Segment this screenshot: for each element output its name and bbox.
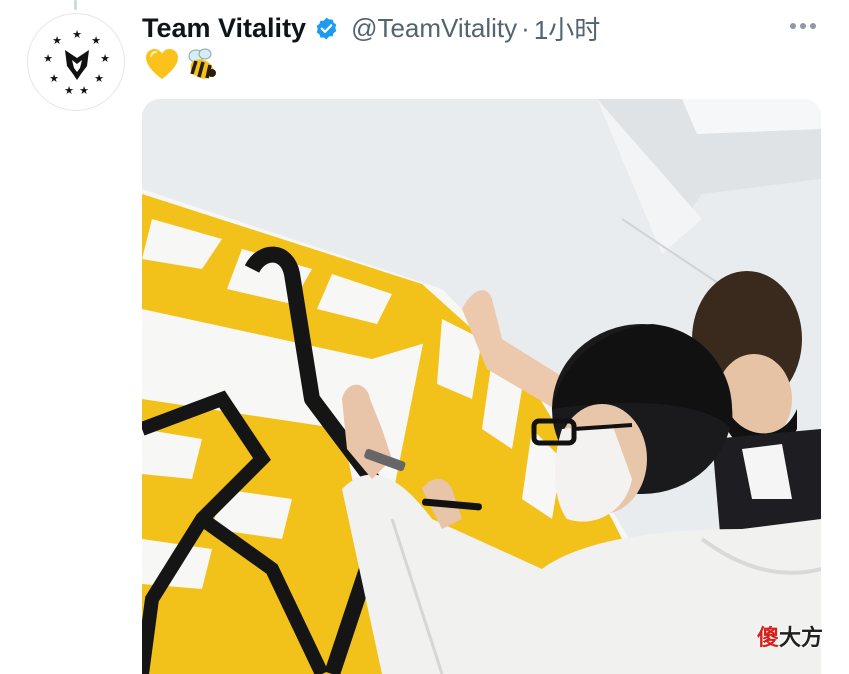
- tweet-text: [144, 46, 220, 84]
- svg-text:★: ★: [49, 73, 59, 85]
- more-options-icon[interactable]: [781, 13, 825, 39]
- timestamp[interactable]: 1小时: [534, 10, 600, 47]
- avatar[interactable]: ★ ★ ★ ★ ★ ★ ★ ★ ★: [27, 13, 125, 111]
- tweet-header: Team Vitality @TeamVitality · 1小时: [142, 10, 600, 46]
- svg-text:★: ★: [91, 35, 101, 47]
- honeybee-icon: [184, 47, 220, 83]
- separator-dot: ·: [521, 12, 530, 43]
- svg-text:★: ★: [52, 35, 62, 47]
- svg-text:★: ★: [100, 53, 110, 65]
- watermark: 傻大方: [757, 620, 823, 652]
- svg-text:★: ★: [43, 53, 53, 65]
- team-vitality-logo: ★ ★ ★ ★ ★ ★ ★ ★ ★: [43, 29, 110, 97]
- svg-text:★: ★: [64, 85, 74, 97]
- photo-signing-banner: [142, 99, 821, 674]
- watermark-text: 大方: [779, 625, 824, 650]
- tweet-media-photo[interactable]: [142, 99, 821, 674]
- svg-text:★: ★: [94, 73, 104, 85]
- display-name[interactable]: Team Vitality: [142, 13, 306, 44]
- user-handle[interactable]: @TeamVitality: [351, 13, 517, 44]
- yellow-heart-icon: [144, 47, 180, 83]
- watermark-char-red: 傻: [757, 625, 780, 650]
- thread-connector-line: [74, 0, 77, 10]
- svg-text:★: ★: [72, 29, 82, 41]
- verified-badge-icon: [314, 16, 339, 41]
- svg-text:★: ★: [79, 85, 89, 97]
